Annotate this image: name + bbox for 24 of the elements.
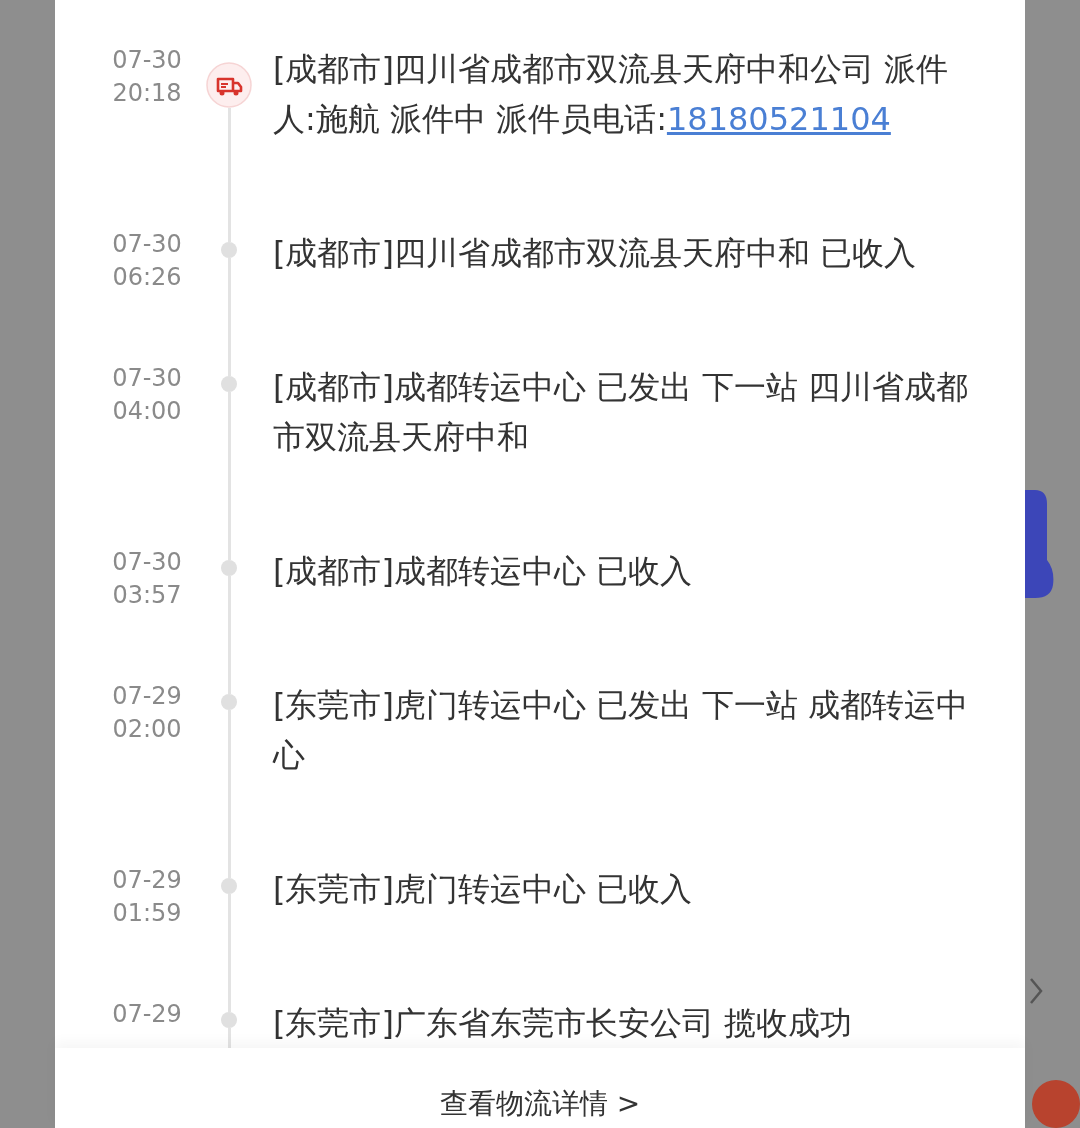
event-time: 04:00 bbox=[111, 396, 183, 427]
event-date: 07-30 bbox=[111, 45, 183, 76]
event-description: [成都市]成都转运中心 已收入 bbox=[273, 551, 694, 592]
logistics-details-link[interactable]: 查看物流详情 > bbox=[439, 1086, 641, 1122]
event-date: 07-30 bbox=[111, 363, 183, 394]
event-description: [东莞市]虎门转运中心 已收入 bbox=[273, 869, 694, 910]
event-date: 07-30 bbox=[111, 229, 183, 260]
event-description: [成都市]四川省成都市双流县天府中和 已收入 bbox=[273, 233, 918, 274]
event-time: 06:26 bbox=[111, 262, 183, 293]
event-time: 20:18 bbox=[111, 78, 183, 109]
event-date: 07-29 bbox=[111, 999, 183, 1030]
round-button-icon bbox=[1030, 1078, 1080, 1128]
event-date: 07-29 bbox=[111, 681, 183, 712]
event-time: 03:57 bbox=[111, 580, 183, 611]
event-description: [东莞市]虎门转运中心 已发出 下一站 成都转运中心 bbox=[273, 685, 970, 776]
event-description: [成都市]成都转运中心 已发出 下一站 四川省成都市双流县天府中和 bbox=[273, 367, 970, 458]
event-description: [东莞市]广东省东莞市长安公司 揽收成功 bbox=[273, 1003, 854, 1044]
event-time: 02:00 bbox=[111, 714, 183, 745]
chevron-right-icon bbox=[1028, 976, 1044, 1006]
event-time: 01:59 bbox=[111, 898, 183, 929]
event-date: 07-30 bbox=[111, 547, 183, 578]
event-description: [成都市]四川省成都市双流县天府中和公司 派件人:施航 派件中 派件员电话:18180521104 bbox=[273, 49, 950, 140]
phone-link[interactable]: 18180521104 bbox=[666, 100, 891, 138]
event-date: 07-29 bbox=[111, 865, 183, 896]
